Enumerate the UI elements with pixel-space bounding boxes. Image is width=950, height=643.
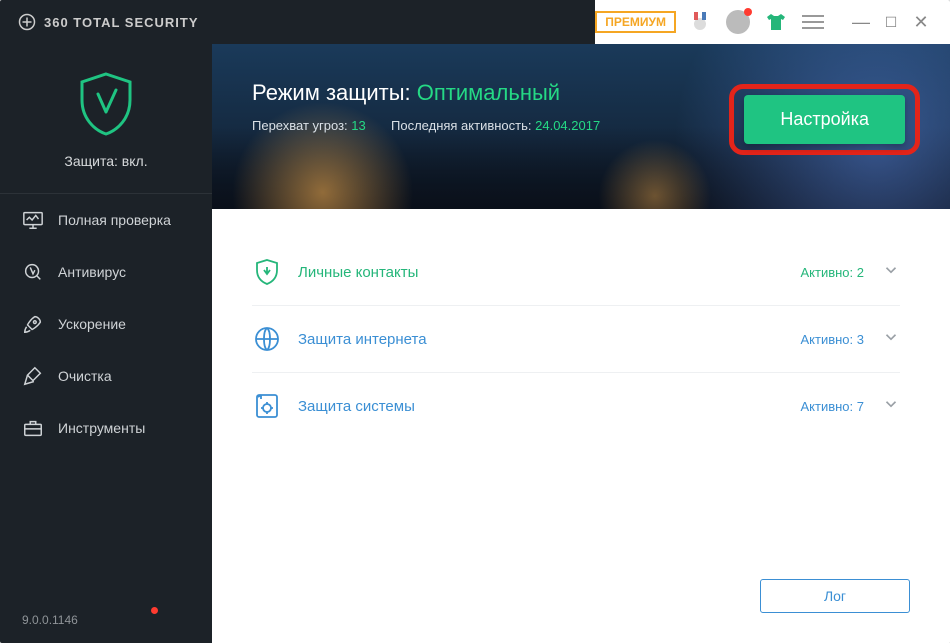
nav-label: Ускорение: [58, 316, 126, 332]
brand-logo-icon: [18, 13, 36, 31]
maximize-button[interactable]: ☐: [876, 9, 906, 35]
chevron-down-icon[interactable]: [882, 261, 900, 284]
chevron-down-icon[interactable]: [882, 395, 900, 418]
section-personal-contacts[interactable]: Личные контакты Активно: 2: [252, 239, 900, 306]
titlebar-right: ПРЕМИУМ — ☐ ✕: [595, 0, 950, 44]
app-window: 360 TOTAL SECURITY ПРЕМИУМ — ☐ ✕: [0, 0, 950, 643]
app-body: Защита: вкл. Полная проверка Антивирус У…: [0, 44, 950, 643]
account-avatar-icon[interactable]: [726, 10, 750, 34]
skin-tshirt-icon[interactable]: [764, 10, 788, 34]
protection-status: Защита: вкл.: [0, 44, 212, 193]
sidebar: Защита: вкл. Полная проверка Антивирус У…: [0, 44, 212, 643]
brand-text: 360 TOTAL SECURITY: [44, 15, 199, 30]
section-system-protection[interactable]: Защита системы Активно: 7: [252, 373, 900, 439]
minimize-button[interactable]: —: [846, 9, 876, 35]
brand: 360 TOTAL SECURITY: [0, 13, 199, 31]
medal-icon[interactable]: [688, 10, 712, 34]
highlight-frame: Настройка: [729, 84, 920, 155]
protection-status-label: Защита: вкл.: [0, 153, 212, 169]
nav-item-tools[interactable]: Инструменты: [0, 402, 212, 454]
nav-label: Полная проверка: [58, 212, 171, 228]
nav: Полная проверка Антивирус Ускорение Очис…: [0, 193, 212, 454]
scan-icon: [22, 261, 44, 283]
threats-count: 13: [351, 118, 365, 133]
section-name: Защита интернета: [298, 331, 427, 348]
main-footer: Лог: [212, 559, 950, 643]
menu-icon[interactable]: [802, 11, 824, 33]
last-activity-date: 24.04.2017: [535, 118, 600, 133]
settings-button[interactable]: Настройка: [744, 95, 905, 144]
premium-badge[interactable]: ПРЕМИУМ: [595, 11, 676, 33]
nav-label: Инструменты: [58, 420, 145, 436]
protection-sections: Личные контакты Активно: 2 Защита интерн…: [212, 209, 950, 459]
titlebar: 360 TOTAL SECURITY ПРЕМИУМ — ☐ ✕: [0, 0, 950, 44]
section-status: Активно: 2: [800, 265, 864, 280]
section-name: Личные контакты: [298, 264, 418, 281]
main-panel: Режим защиты: Оптимальный Перехват угроз…: [212, 44, 950, 643]
nav-label: Очистка: [58, 368, 112, 384]
monitor-icon: [22, 209, 44, 231]
chevron-down-icon[interactable]: [882, 328, 900, 351]
section-name: Защита системы: [298, 398, 415, 415]
section-status: Активно: 7: [800, 399, 864, 414]
shield-icon: [78, 72, 134, 136]
nav-item-speedup[interactable]: Ускорение: [0, 298, 212, 350]
section-status: Активно: 3: [800, 332, 864, 347]
update-dot-icon: [151, 607, 158, 614]
contacts-shield-icon: [252, 257, 282, 287]
rocket-icon: [22, 313, 44, 335]
version-label: 9.0.0.1146: [0, 597, 212, 643]
globe-icon: [252, 324, 282, 354]
hero-banner: Режим защиты: Оптимальный Перехват угроз…: [212, 44, 950, 209]
system-gear-icon: [252, 391, 282, 421]
nav-item-full-scan[interactable]: Полная проверка: [0, 194, 212, 246]
nav-label: Антивирус: [58, 264, 126, 280]
nav-item-cleanup[interactable]: Очистка: [0, 350, 212, 402]
broom-icon: [22, 365, 44, 387]
close-button[interactable]: ✕: [906, 9, 936, 35]
section-web-protection[interactable]: Защита интернета Активно: 3: [252, 306, 900, 373]
log-button[interactable]: Лог: [760, 579, 910, 613]
protection-mode-value: Оптимальный: [417, 80, 560, 105]
toolbox-icon: [22, 417, 44, 439]
nav-item-antivirus[interactable]: Антивирус: [0, 246, 212, 298]
